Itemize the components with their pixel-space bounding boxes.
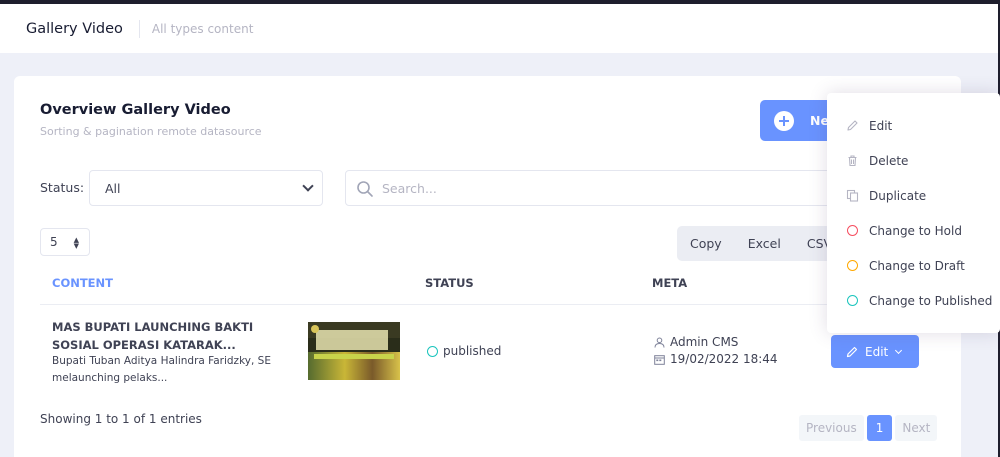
status-text: published <box>443 344 502 358</box>
menu-item-delete[interactable]: Delete <box>827 143 1000 178</box>
menu-item-label: Change to Draft <box>869 258 965 273</box>
pagination-next[interactable]: Next <box>895 415 938 441</box>
circle-icon <box>846 224 859 237</box>
plus-circle-icon <box>774 110 794 131</box>
row-action-menu: Edit Delete Duplicate Change to Hold Cha… <box>827 93 1000 333</box>
circle-icon <box>846 294 859 307</box>
meta-date: 19/02/2022 18:44 <box>654 352 778 366</box>
subheader-divider <box>138 19 140 38</box>
video-thumbnail[interactable] <box>308 322 400 380</box>
status-circle-icon <box>427 345 438 357</box>
calendar-icon <box>654 354 665 365</box>
status-filter-value: All <box>105 180 121 196</box>
column-header-content[interactable]: CONTENT <box>52 276 113 290</box>
pencil-icon <box>846 346 858 357</box>
row-description: Bupati Tuban Aditya Halindra Faridzky, S… <box>52 355 271 384</box>
sort-arrows-icon: ▲ ▼ <box>73 236 79 250</box>
edit-button-label: Edit <box>865 344 889 359</box>
page-length-select[interactable]: 5 ▲ ▼ <box>40 228 90 256</box>
row-title[interactable]: MAS BUPATI LAUNCHING BAKTI SOSIAL OPERAS… <box>52 318 297 354</box>
thumbnail-logo-icon <box>311 325 319 333</box>
meta-author: Admin CMS <box>654 335 738 349</box>
subheader: Gallery Video All types content <box>0 4 998 53</box>
table-info: Showing 1 to 1 of 1 entries <box>40 412 202 426</box>
card-subtitle: Sorting & pagination remote datasource <box>40 125 262 138</box>
search-icon <box>357 181 373 197</box>
thumbnail-title-band <box>316 330 388 350</box>
chevron-down-icon <box>895 346 903 354</box>
overview-card: Overview Gallery Video Sorting & paginat… <box>14 76 961 457</box>
column-header-meta[interactable]: META <box>652 276 687 290</box>
trash-icon <box>846 154 859 167</box>
menu-item-change-to-draft[interactable]: Change to Draft <box>827 248 1000 283</box>
card-title: Overview Gallery Video <box>40 102 231 118</box>
pagination-page-1[interactable]: 1 <box>866 415 893 441</box>
pencil-icon <box>846 119 859 132</box>
menu-item-change-to-hold[interactable]: Change to Hold <box>827 213 1000 248</box>
excel-button[interactable]: Excel <box>735 236 794 251</box>
menu-item-label: Delete <box>869 153 909 168</box>
row-edit-dropdown-button[interactable]: Edit <box>831 335 919 368</box>
page-title: Gallery Video <box>26 20 123 37</box>
page-length-value: 5 <box>50 235 58 249</box>
menu-item-label: Change to Published <box>869 293 993 308</box>
search-placeholder: Search... <box>382 180 437 196</box>
pagination: Previous 1 Next <box>799 415 940 441</box>
column-header-status[interactable]: STATUS <box>425 276 474 290</box>
meta-author-text: Admin CMS <box>670 335 739 349</box>
table-header: CONTENT STATUS META <box>40 272 940 305</box>
page-description: All types content <box>151 21 254 36</box>
status-filter-select[interactable]: All <box>89 170 323 206</box>
menu-item-label: Change to Hold <box>869 223 962 238</box>
menu-item-change-to-published[interactable]: Change to Published <box>827 283 1000 318</box>
meta-date-text: 19/02/2022 18:44 <box>670 352 778 366</box>
user-icon <box>654 337 665 348</box>
menu-item-label: Edit <box>869 118 893 133</box>
menu-item-edit[interactable]: Edit <box>827 108 1000 143</box>
search-input[interactable]: Search... <box>345 170 865 206</box>
menu-item-duplicate[interactable]: Duplicate <box>827 178 1000 213</box>
pagination-previous[interactable]: Previous <box>799 415 864 441</box>
copy-button[interactable]: Copy <box>677 236 735 251</box>
circle-icon <box>846 259 859 272</box>
copy-icon <box>846 189 859 202</box>
thumbnail-caption-band <box>314 354 394 359</box>
chevron-down-icon <box>302 180 314 192</box>
status-filter-label: Status: <box>40 180 85 195</box>
status-badge: published <box>427 344 501 358</box>
menu-item-label: Duplicate <box>869 188 927 203</box>
